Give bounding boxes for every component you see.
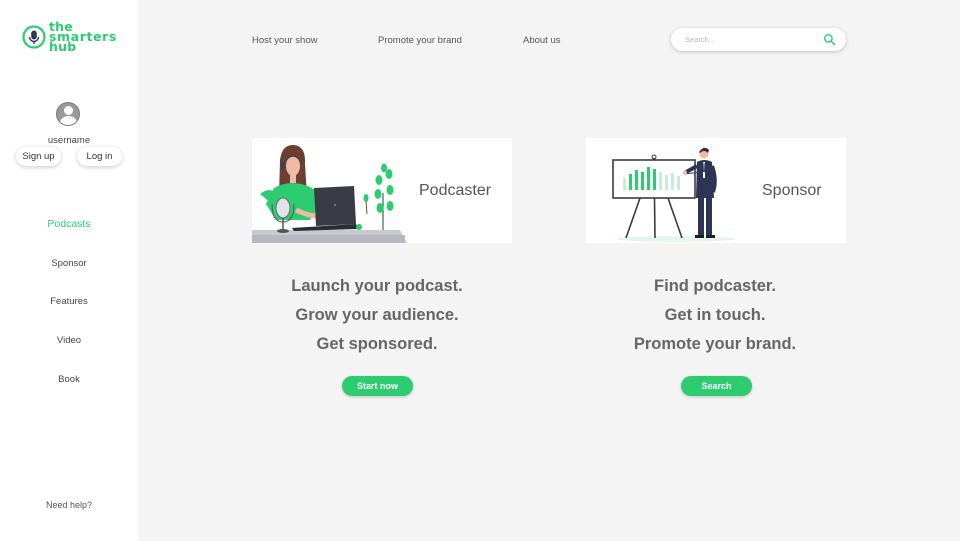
avatar-head [64,106,73,115]
search-icon[interactable] [823,33,836,46]
help-link[interactable]: Need help? [0,500,138,510]
avatar-body [60,116,77,125]
podcaster-card[interactable]: Podcaster [252,138,512,243]
sidebar-item-book[interactable]: Book [0,374,138,385]
microphone-logo-icon [22,25,46,49]
sponsor-tagline-2: Get in touch. [664,306,766,324]
search-bar [671,28,846,51]
sidebar: the smarters hub username Sign up Log in… [0,0,138,541]
logo-wordmark: the smarters hub [49,20,117,53]
sponsor-card[interactable]: Sponsor [586,138,846,243]
nav-link-about-us[interactable]: About us [523,35,561,46]
sidebar-item-video[interactable]: Video [0,335,138,346]
logo[interactable]: the smarters hub [22,20,117,53]
username-label: username [47,135,91,146]
podcaster-tagline-1: Launch your podcast. [291,277,463,295]
avatar[interactable] [56,102,80,126]
login-button[interactable]: Log in [77,147,122,166]
podcaster-tagline-3: Get sponsored. [316,335,438,353]
sponsor-tagline-1: Find podcaster. [654,277,776,295]
podcaster-tagline-2: Grow your audience. [295,306,459,324]
sidebar-item-podcasts[interactable]: Podcasts [0,218,138,230]
sidebar-item-features[interactable]: Features [0,296,138,307]
sponsor-card-title: Sponsor [762,182,822,199]
signup-button[interactable]: Sign up [16,147,61,166]
search-input[interactable] [685,32,815,47]
nav-link-promote-your-brand[interactable]: Promote your brand [378,35,462,46]
search-sponsor-button[interactable]: Search [681,376,752,396]
podcaster-card-title: Podcaster [419,182,492,199]
nav-link-host-your-show[interactable]: Host your show [252,35,317,46]
sponsor-tagline-3: Promote your brand. [633,335,797,353]
sidebar-item-sponsor[interactable]: Sponsor [0,258,138,269]
start-now-button[interactable]: Start now [342,376,413,396]
